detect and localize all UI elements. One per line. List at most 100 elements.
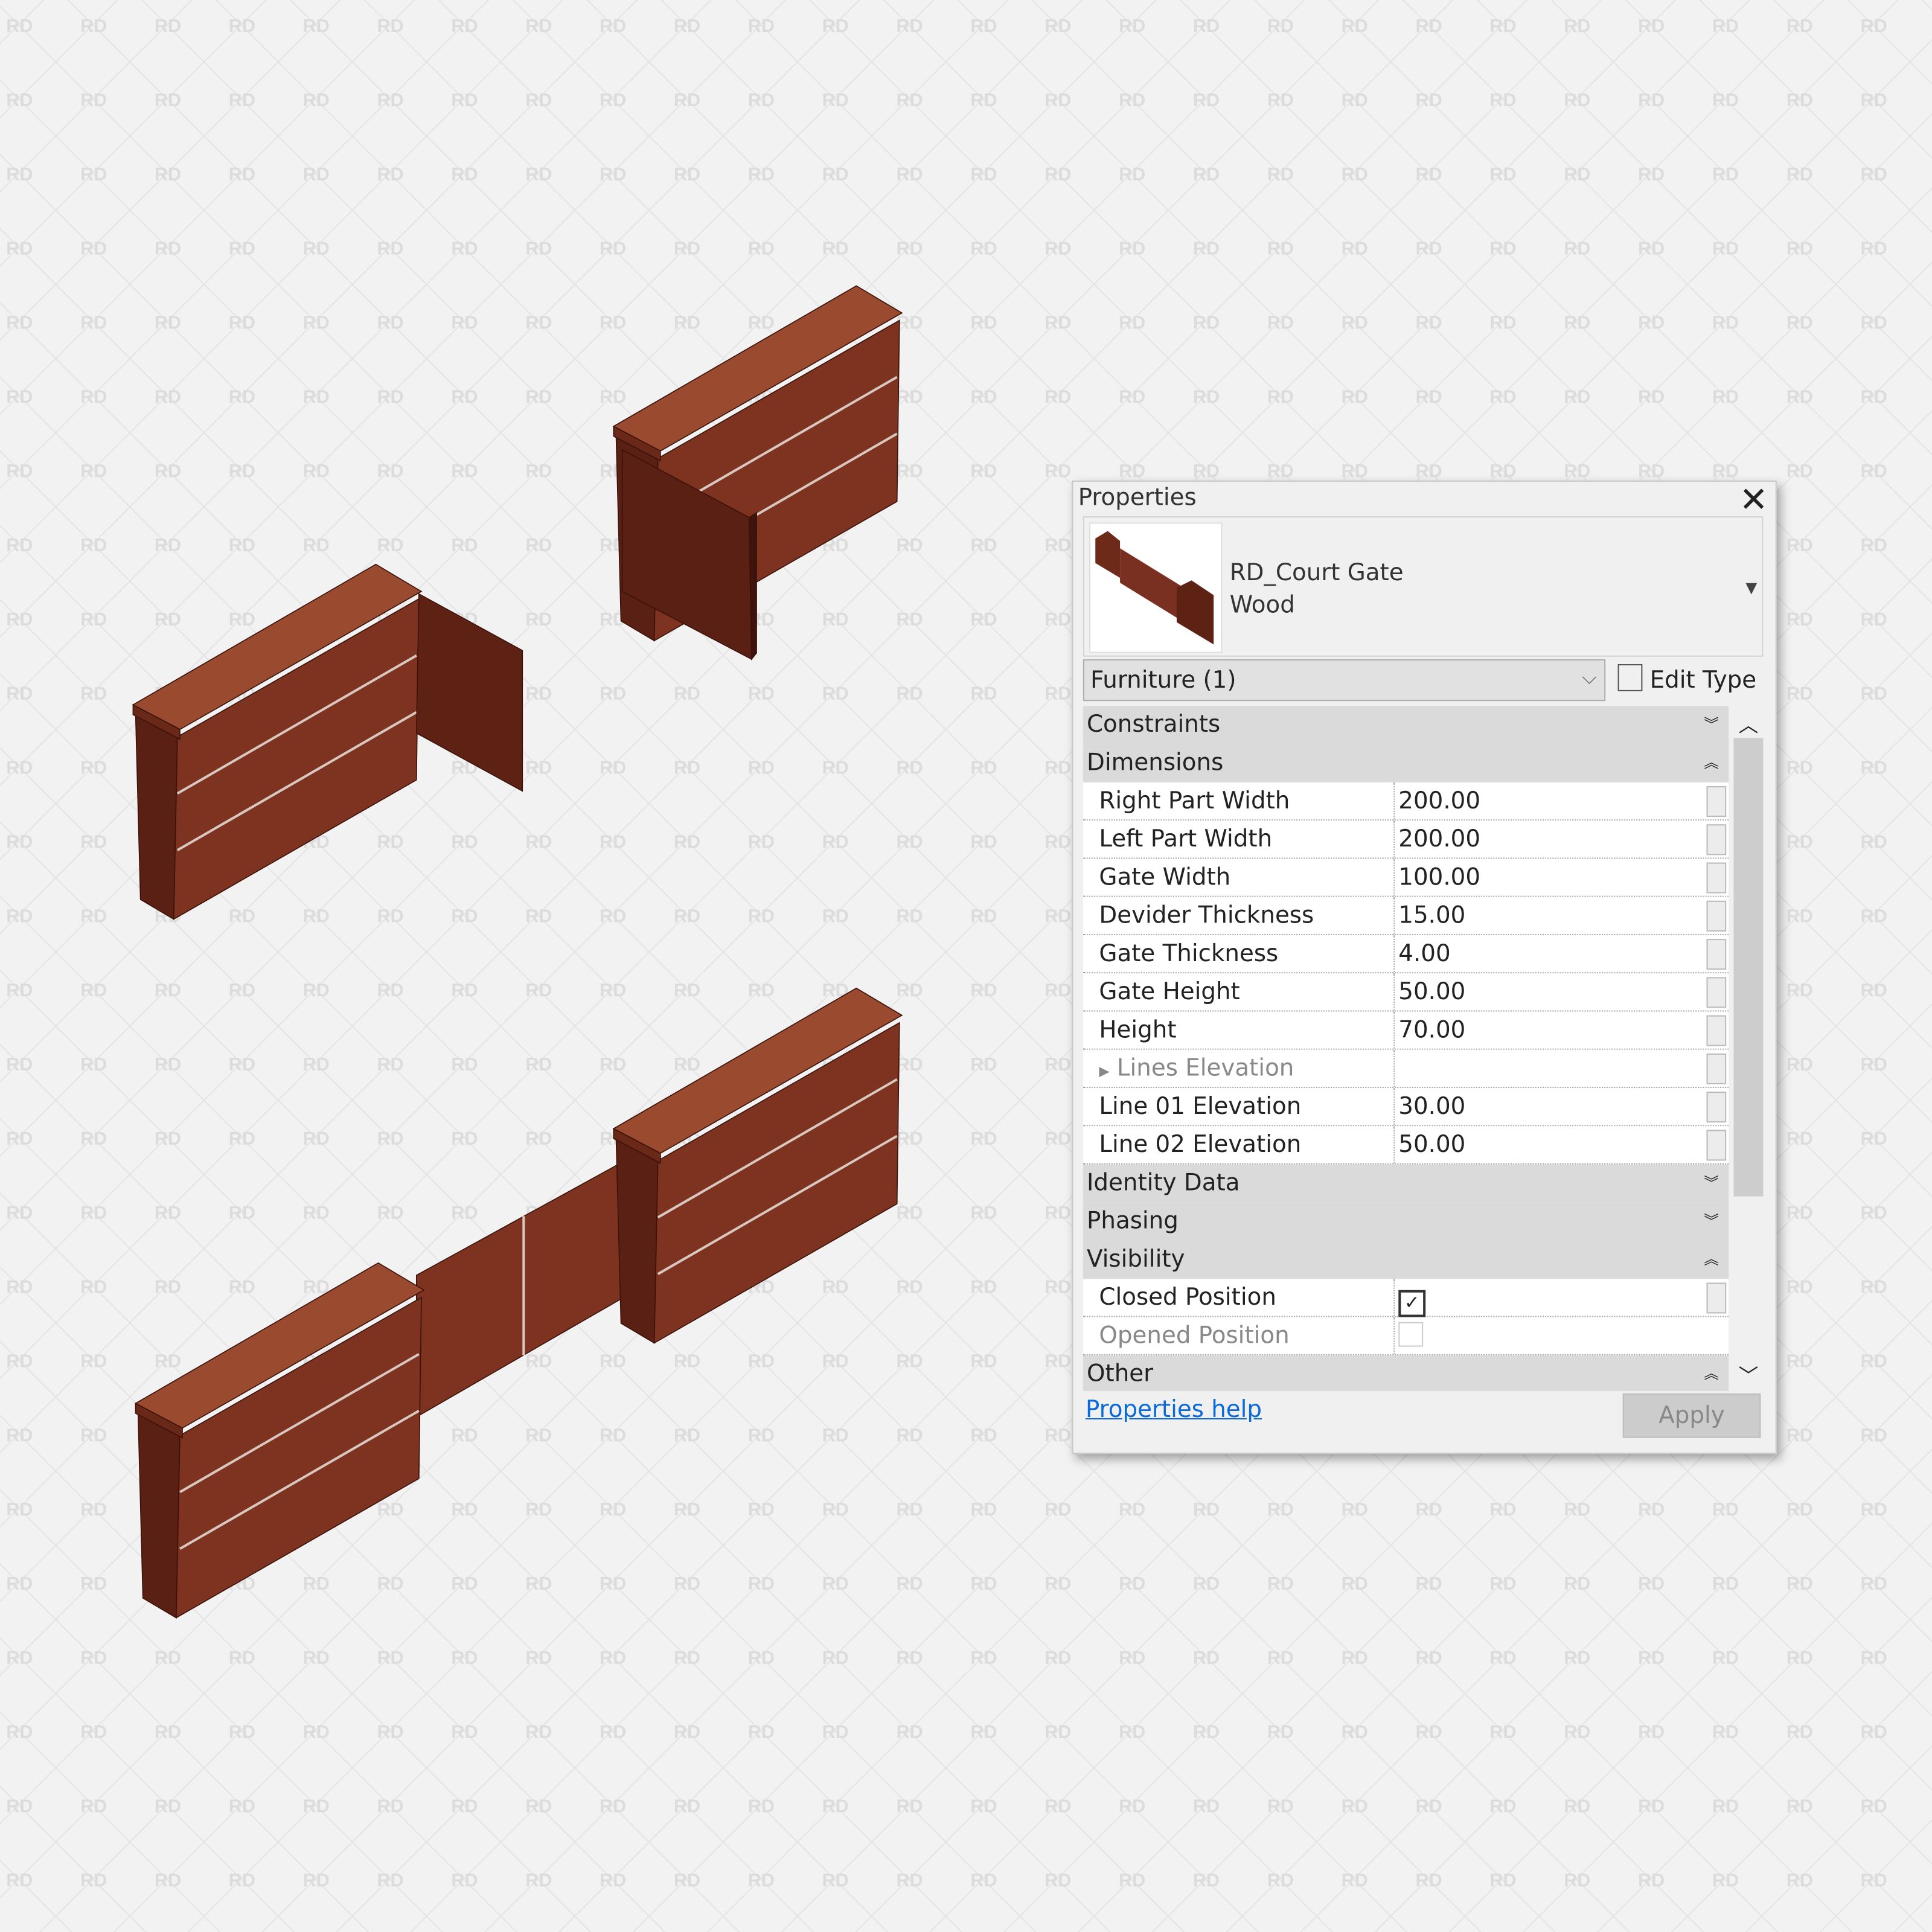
- side-wing-panel: [415, 593, 523, 792]
- apply-button[interactable]: Apply: [1622, 1393, 1761, 1438]
- property-label: Height: [1099, 1011, 1395, 1048]
- properties-panel: Properties ✕ RD_Court Gate Wood ▼ Furnit…: [1072, 479, 1777, 1454]
- group-label: Dimensions: [1086, 749, 1224, 776]
- scroll-up-icon[interactable]: ︿: [1739, 708, 1759, 738]
- associate-parameter-button[interactable]: [1706, 939, 1727, 970]
- group-visibility[interactable]: Visibility ︽: [1083, 1241, 1729, 1279]
- associate-parameter-button[interactable]: [1706, 862, 1727, 894]
- left-block-side-face: [137, 1410, 181, 1619]
- properties-grid: Constraints ︾ Dimensions ︽ Right Part Widt…: [1083, 706, 1729, 1392]
- property-value[interactable]: 50.00: [1393, 973, 1701, 1011]
- checkbox[interactable]: ✓: [1398, 1290, 1426, 1317]
- properties-help-link[interactable]: Properties help: [1086, 1396, 1262, 1423]
- group-identity-data[interactable]: Identity Data ︾: [1083, 1164, 1729, 1203]
- property-value[interactable]: 70.00: [1393, 1011, 1701, 1049]
- property-label: Opened Position: [1099, 1322, 1290, 1349]
- property-value[interactable]: 4.00: [1393, 935, 1701, 973]
- canvas: RD Properties ✕ RD_Court Gate Wood ▼ Fur…: [0, 0, 1932, 1932]
- property-label-text: Gate Width: [1099, 863, 1231, 891]
- property-label-text: Lines Elevation: [1116, 1054, 1294, 1082]
- property-value[interactable]: 200.00: [1393, 782, 1701, 820]
- category-filter-dropdown[interactable]: Furniture (1) ⌵: [1083, 659, 1606, 702]
- right-block-side-face: [615, 1135, 659, 1344]
- property-value[interactable]: [1393, 1049, 1701, 1087]
- edit-type-icon: [1617, 664, 1643, 691]
- property-value[interactable]: 30.00: [1393, 1088, 1701, 1125]
- property-row[interactable]: Gate Height 50.00: [1083, 973, 1729, 1012]
- property-label-text: Line 01 Elevation: [1099, 1093, 1302, 1121]
- group-constraints[interactable]: Constraints ︾: [1083, 706, 1729, 744]
- property-label-text: Gate Thickness: [1099, 940, 1279, 968]
- type-material: Wood: [1229, 591, 1295, 619]
- property-label: ▶ Lines Elevation: [1099, 1050, 1395, 1090]
- associate-parameter-button[interactable]: [1706, 1053, 1727, 1084]
- group-label: Visibility: [1086, 1246, 1185, 1273]
- collapse-icon[interactable]: ︽: [1704, 1355, 1719, 1391]
- edit-type-label: Edit Type: [1649, 667, 1757, 694]
- property-row[interactable]: Devider Thickness 15.00: [1083, 897, 1729, 935]
- expand-icon[interactable]: ︾: [1704, 706, 1719, 744]
- group-label: Phasing: [1086, 1207, 1179, 1235]
- property-value[interactable]: 15.00: [1393, 897, 1701, 934]
- panel-title: Properties: [1078, 484, 1197, 511]
- property-label-text: Line 02 Elevation: [1099, 1131, 1302, 1159]
- associate-parameter-button[interactable]: [1706, 786, 1727, 817]
- property-row[interactable]: ▶ Lines Elevation: [1083, 1049, 1729, 1090]
- dropdown-arrow-icon[interactable]: ▼: [1745, 579, 1757, 597]
- property-value[interactable]: 100.00: [1393, 859, 1701, 896]
- associate-parameter-button[interactable]: [1706, 824, 1727, 856]
- group-dimensions[interactable]: Dimensions ︽: [1083, 744, 1729, 782]
- associate-parameter-button[interactable]: [1706, 1282, 1727, 1314]
- collapse-icon[interactable]: ︽: [1704, 744, 1719, 782]
- gate-panels-closed: [415, 1151, 642, 1418]
- property-label-text: Devider Thickness: [1099, 901, 1314, 929]
- associate-parameter-button[interactable]: [1706, 1130, 1727, 1161]
- group-phasing[interactable]: Phasing ︾: [1083, 1202, 1729, 1241]
- property-value: [1393, 1317, 1701, 1354]
- type-name: RD_Court Gate: [1229, 559, 1404, 587]
- property-value: ✓: [1393, 1279, 1701, 1317]
- 3d-view[interactable]: [0, 0, 1060, 1932]
- scroll-down-icon[interactable]: ﹀: [1739, 1359, 1759, 1389]
- edit-type-button[interactable]: Edit Type: [1617, 664, 1757, 694]
- property-label-text: Left Part Width: [1099, 825, 1273, 853]
- property-label: Left Part Width: [1099, 820, 1395, 857]
- property-row[interactable]: Gate Width 100.00: [1083, 859, 1729, 897]
- property-row[interactable]: Gate Thickness 4.00: [1083, 935, 1729, 974]
- type-thumbnail: [1089, 522, 1223, 653]
- property-label: Gate Height: [1099, 973, 1395, 1010]
- expand-triangle-icon[interactable]: ▶: [1099, 1063, 1109, 1080]
- associate-parameter-button[interactable]: [1706, 900, 1727, 932]
- group-other[interactable]: Other ︽: [1083, 1355, 1729, 1392]
- type-selector[interactable]: RD_Court Gate Wood ▼: [1083, 516, 1764, 657]
- checkbox[interactable]: [1398, 1322, 1424, 1347]
- property-label: Gate Width: [1099, 859, 1395, 895]
- scrollbar[interactable]: ︿ ﹀: [1733, 706, 1764, 1391]
- expand-icon[interactable]: ︾: [1704, 1203, 1719, 1241]
- associate-parameter-button[interactable]: [1706, 1015, 1727, 1046]
- property-row[interactable]: Line 01 Elevation 30.00: [1083, 1088, 1729, 1127]
- category-value: Furniture (1): [1090, 667, 1236, 694]
- property-label: Line 01 Elevation: [1099, 1088, 1395, 1125]
- collapse-icon[interactable]: ︽: [1704, 1241, 1719, 1279]
- property-row[interactable]: Opened Position: [1083, 1317, 1729, 1355]
- chevron-down-icon: ⌵: [1582, 665, 1597, 689]
- property-row[interactable]: Closed Position ✓: [1083, 1279, 1729, 1317]
- property-row[interactable]: Right Part Width 200.00: [1083, 782, 1729, 821]
- expand-icon[interactable]: ︾: [1704, 1165, 1719, 1203]
- property-row[interactable]: Line 02 Elevation 50.00: [1083, 1126, 1729, 1165]
- property-value[interactable]: 200.00: [1393, 820, 1701, 858]
- scrollbar-thumb[interactable]: [1733, 738, 1764, 1197]
- property-row[interactable]: Height 70.00: [1083, 1011, 1729, 1050]
- property-label-text: Right Part Width: [1099, 787, 1290, 814]
- group-label: Identity Data: [1086, 1169, 1240, 1197]
- property-label: Closed Position: [1099, 1284, 1276, 1311]
- close-icon[interactable]: ✕: [1739, 479, 1768, 520]
- property-row[interactable]: Left Part Width 200.00: [1083, 820, 1729, 859]
- associate-parameter-button[interactable]: [1706, 977, 1727, 1008]
- property-label: Gate Thickness: [1099, 935, 1395, 972]
- property-value[interactable]: 50.00: [1393, 1126, 1701, 1163]
- left-part-side-face: [135, 711, 178, 920]
- associate-parameter-button[interactable]: [1706, 1092, 1727, 1123]
- property-label: Devider Thickness: [1099, 897, 1395, 934]
